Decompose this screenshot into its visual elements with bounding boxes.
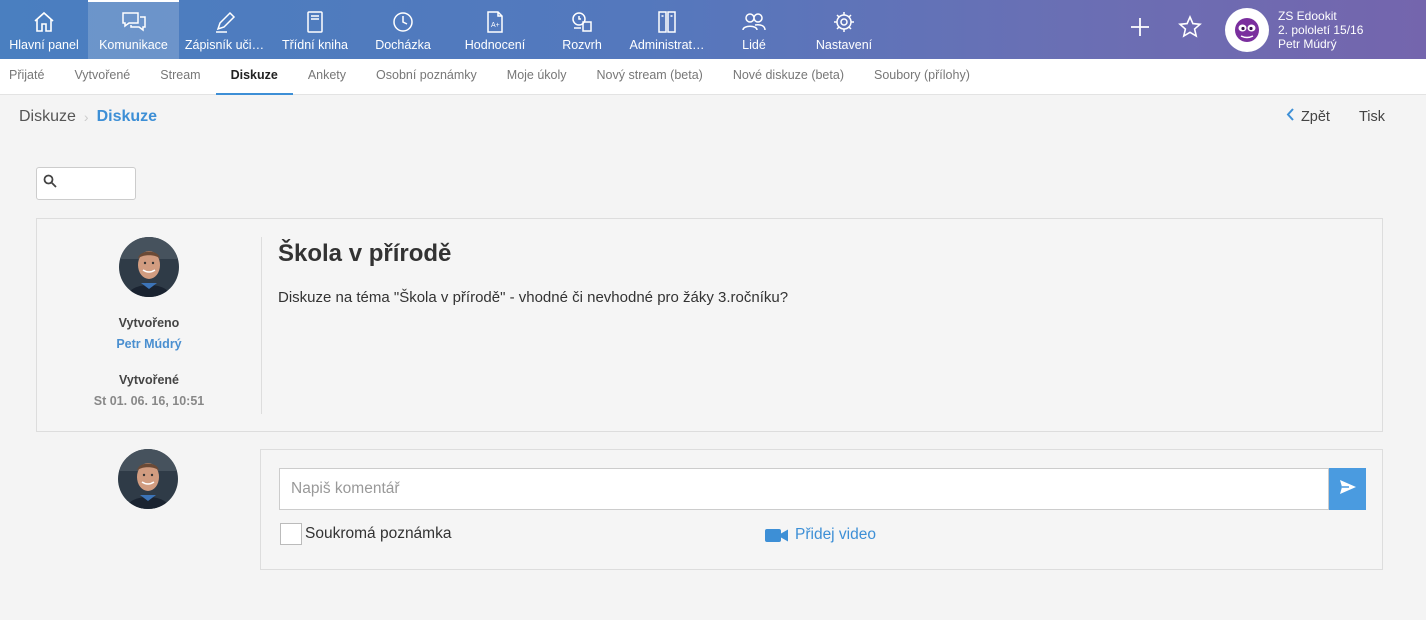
breadcrumb-current: Diskuze xyxy=(96,108,158,125)
send-comment-button[interactable] xyxy=(1329,468,1366,510)
comment-form: Napiš komentář Soukromá poznámka Přidej … xyxy=(260,449,1383,570)
avatar xyxy=(118,449,178,509)
search-input[interactable] xyxy=(36,167,136,200)
people-icon xyxy=(741,9,767,35)
nav-label: Lidé xyxy=(742,38,766,52)
author-link[interactable]: Petr Múdrý xyxy=(37,337,261,351)
breadcrumb-parent[interactable]: Diskuze xyxy=(19,108,76,126)
add-video-label: Přidej video xyxy=(795,526,876,543)
print-button[interactable]: Tisk xyxy=(1359,109,1385,125)
nav-item-rozvrh[interactable]: Rozvrh xyxy=(544,0,620,59)
post-body: Diskuze na téma "Škola v přírodě" - vhod… xyxy=(278,289,789,306)
private-note-option: Soukromá poznámka xyxy=(280,523,451,545)
nav-label: Administrat… xyxy=(629,38,705,52)
add-video-button[interactable]: Přidej video xyxy=(765,526,876,544)
post-date: St 01. 06. 16, 10:51 xyxy=(93,394,205,408)
type-label: Vytvořené xyxy=(119,373,179,387)
user-profile-menu[interactable]: ZS Edookit 2. pololetí 15/16 Petr Múdrý xyxy=(1225,7,1426,52)
nav-label: Hlavní panel xyxy=(9,38,79,52)
subnav-stream[interactable]: Stream xyxy=(145,59,215,95)
star-icon xyxy=(1178,15,1202,44)
back-label: Zpět xyxy=(1300,108,1330,125)
school-logo xyxy=(1225,7,1269,52)
top-right-tools: ZS Edookit 2. pololetí 15/16 Petr Múdrý xyxy=(1115,0,1426,59)
top-navigation-bar: Hlavní panel Komunikace Zápisník uči… Tř… xyxy=(0,0,1426,59)
nav-label: Komunikace xyxy=(99,38,168,52)
profile-text: ZS Edookit 2. pololetí 15/16 Petr Múdrý xyxy=(1278,9,1363,51)
video-camera-icon xyxy=(765,528,789,543)
sub-navigation: Přijaté Vytvořené Stream Diskuze Ankety … xyxy=(0,59,1426,95)
avatar[interactable] xyxy=(119,237,179,297)
private-note-checkbox[interactable] xyxy=(280,523,302,545)
pen-icon xyxy=(212,9,238,35)
subnav-ankety[interactable]: Ankety xyxy=(293,59,361,95)
schedule-icon xyxy=(569,9,595,35)
nav-item-zapisnik[interactable]: Zápisník uči… xyxy=(179,0,270,59)
divider xyxy=(261,237,262,414)
subnav-nove-diskuze[interactable]: Nové diskuze (beta) xyxy=(718,59,859,95)
add-button[interactable] xyxy=(1115,0,1165,59)
nav-item-komunikace[interactable]: Komunikace xyxy=(88,0,179,59)
home-icon xyxy=(31,9,57,35)
subnav-moje-ukoly[interactable]: Moje úkoly xyxy=(492,59,582,95)
nav-label: Docházka xyxy=(375,38,431,52)
plus-icon xyxy=(1129,16,1151,43)
send-icon xyxy=(1339,479,1357,500)
nav-item-dochazka[interactable]: Docházka xyxy=(360,0,446,59)
nav-item-hlavni-panel[interactable]: Hlavní panel xyxy=(0,0,88,59)
subnav-vytvorene[interactable]: Vytvořené xyxy=(59,59,145,95)
nav-label: Hodnocení xyxy=(464,38,526,52)
chevron-left-icon xyxy=(1286,108,1295,125)
nav-label: Třídní kniha xyxy=(281,38,348,52)
subnav-prijate[interactable]: Přijaté xyxy=(0,59,59,95)
nav-item-tridni-kniha[interactable]: Třídní kniha xyxy=(270,0,360,59)
clock-icon xyxy=(390,9,416,35)
chevron-right-icon: › xyxy=(83,109,89,125)
breadcrumb: Diskuze › Diskuze xyxy=(19,108,157,126)
nav-label: Rozvrh xyxy=(562,38,602,52)
main-nav: Hlavní panel Komunikace Zápisník uči… Tř… xyxy=(0,0,894,59)
nav-item-lide[interactable]: Lidé xyxy=(714,0,794,59)
nav-item-administrace[interactable]: Administrat… xyxy=(620,0,714,59)
search-icon xyxy=(43,174,57,193)
nav-label: Nastavení xyxy=(815,38,873,52)
svg-text:A+: A+ xyxy=(491,22,500,29)
created-label: Vytvořeno xyxy=(118,316,180,330)
nav-item-hodnoceni[interactable]: A+ Hodnocení xyxy=(446,0,544,59)
admin-icon xyxy=(654,9,680,35)
nav-item-nastaveni[interactable]: Nastavení xyxy=(794,0,894,59)
subnav-diskuze[interactable]: Diskuze xyxy=(215,59,293,95)
subnav-novy-stream[interactable]: Nový stream (beta) xyxy=(582,59,718,95)
user-name: Petr Múdrý xyxy=(1278,36,1337,51)
comment-input[interactable]: Napiš komentář xyxy=(279,468,1329,510)
discussion-post: Vytvořeno Petr Múdrý Vytvořené St 01. 06… xyxy=(36,218,1383,432)
chat-icon xyxy=(121,9,147,35)
grade-icon: A+ xyxy=(482,9,508,35)
gear-icon xyxy=(831,9,857,35)
private-note-label[interactable]: Soukromá poznámka xyxy=(305,525,451,543)
subnav-osobni-poznamky[interactable]: Osobní poznámky xyxy=(361,59,492,95)
favorites-button[interactable] xyxy=(1165,0,1215,59)
book-icon xyxy=(302,9,328,35)
page-actions: Zpět Tisk xyxy=(1286,108,1385,125)
school-name: ZS Edookit xyxy=(1278,8,1337,23)
post-title: Škola v přírodě xyxy=(278,240,452,267)
school-period: 2. pololetí 15/16 xyxy=(1278,22,1364,37)
subnav-soubory[interactable]: Soubory (přílohy) xyxy=(859,59,985,95)
post-author-panel: Vytvořeno Petr Múdrý Vytvořené St 01. 06… xyxy=(37,219,261,433)
back-button[interactable]: Zpět xyxy=(1286,108,1330,125)
nav-label: Zápisník uči… xyxy=(184,38,265,52)
